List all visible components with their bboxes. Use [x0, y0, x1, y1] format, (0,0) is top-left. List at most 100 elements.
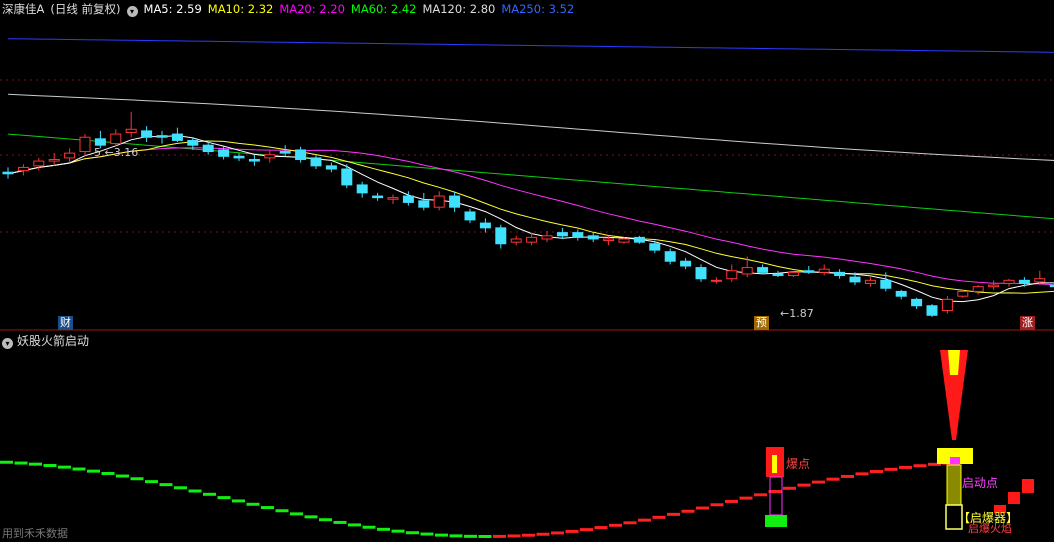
- kline-chart[interactable]: [0, 0, 1054, 542]
- chevron-down-icon[interactable]: ▾: [126, 6, 138, 17]
- candle-body: [710, 279, 722, 282]
- forecast-badge[interactable]: 预: [754, 316, 769, 330]
- indicator-bar: [406, 531, 419, 535]
- candle-body: [741, 267, 753, 275]
- indicator-bar: [681, 509, 695, 513]
- candle-body: [449, 195, 461, 208]
- indicator-bar: [754, 493, 767, 497]
- flame-label: 启爆火焰: [968, 522, 1012, 535]
- indicator-bar: [391, 529, 405, 533]
- indicator-bar: [116, 474, 129, 478]
- indicator-bar: [275, 509, 289, 513]
- indicator-bar: [812, 480, 825, 484]
- chart-mode[interactable]: (日线 前复权): [50, 2, 120, 16]
- candle-body: [372, 195, 384, 199]
- indicator-bar: [551, 531, 564, 535]
- candle-body: [325, 165, 337, 170]
- candle-body: [510, 238, 522, 243]
- candle-body: [849, 276, 861, 283]
- chart-header: 深康佳A (日线 前复权) ▾ MA5: 2.59 MA10: 2.32 MA20: 2.…: [2, 1, 580, 17]
- indicator-bar: [565, 529, 579, 533]
- ma20-line: [7, 147, 1054, 286]
- candle-body: [787, 271, 799, 277]
- indicator-title[interactable]: ▾ 妖股火箭启动: [2, 332, 89, 349]
- indicator-bar: [14, 461, 28, 465]
- candle-body: [495, 227, 507, 245]
- indicator-bar: [739, 496, 753, 500]
- finance-badge[interactable]: 财: [58, 316, 73, 330]
- candle-body: [341, 168, 353, 186]
- rocket-flame-core: [948, 350, 960, 375]
- ma10-line: [7, 140, 1054, 294]
- candle-body: [48, 158, 60, 162]
- candle-body: [618, 238, 630, 243]
- indicator-bar: [435, 533, 448, 537]
- indicator-bar: [522, 533, 535, 537]
- candle-body: [541, 235, 553, 240]
- indicator-bar: [855, 472, 869, 476]
- candle-body: [218, 149, 230, 157]
- indicator-bar: [348, 523, 361, 527]
- candle-body: [880, 279, 892, 289]
- candle-body: [1003, 279, 1015, 284]
- candle-body: [864, 279, 876, 284]
- indicator-bar: [913, 464, 927, 468]
- breakout-step: [1022, 479, 1034, 493]
- indicator-title-text: 妖股火箭启动: [17, 334, 90, 348]
- indicator-bar: [478, 534, 492, 538]
- indicator-bar: [290, 512, 303, 516]
- indicator-bar: [72, 467, 86, 471]
- indicator-bar: [159, 483, 173, 487]
- rocket-cap-mark: [950, 457, 960, 465]
- indicator-bar: [870, 469, 883, 473]
- candle-body: [941, 298, 953, 312]
- data-source-footer: 用到禾禾数据: [2, 527, 68, 540]
- chevron-down-icon[interactable]: ▾: [2, 338, 13, 349]
- explosion-label: 爆点: [786, 457, 811, 471]
- candle-body: [233, 155, 245, 159]
- candle-body: [1018, 279, 1030, 284]
- ma120-line: [7, 93, 1054, 161]
- candle-body: [726, 270, 738, 280]
- candle-body: [803, 270, 815, 273]
- indicator-bar: [725, 499, 738, 503]
- candle-body: [1049, 284, 1054, 288]
- candle-body: [572, 232, 584, 238]
- indicator-bar: [841, 474, 854, 478]
- candle-body: [248, 158, 260, 162]
- candle-body: [649, 243, 661, 251]
- limit-up-badge[interactable]: 涨: [1020, 316, 1035, 330]
- indicator-bar: [188, 489, 202, 493]
- indicator-bar: [797, 483, 811, 487]
- indicator-bar: [246, 502, 260, 506]
- indicator-bar: [580, 528, 593, 532]
- candle-body: [433, 195, 445, 208]
- candle-body: [33, 160, 45, 167]
- candle-body: [695, 267, 707, 280]
- candle-body: [680, 260, 692, 267]
- ma60-line: [7, 133, 1054, 220]
- stock-name[interactable]: 深康佳A: [2, 2, 44, 16]
- candle-body: [664, 251, 676, 262]
- indicator-bar: [464, 534, 477, 538]
- ma250-line: [7, 38, 1054, 53]
- indicator-bar: [667, 512, 680, 516]
- candle-body: [110, 133, 122, 145]
- candle-body: [17, 166, 29, 172]
- indicator-bar: [536, 532, 550, 536]
- candle-body: [2, 171, 14, 175]
- explosion-core: [772, 455, 777, 473]
- candle-body: [264, 154, 276, 159]
- indicator-bar: [696, 506, 709, 510]
- indicator-bar: [261, 506, 274, 510]
- indicator-bar: [43, 464, 57, 468]
- candle-body: [818, 268, 830, 273]
- indicator-bar: [899, 465, 912, 469]
- candle-body: [94, 138, 106, 146]
- candle-body: [187, 139, 199, 146]
- candle-body: [972, 286, 984, 292]
- indicator-bar: [304, 515, 318, 519]
- candle-body: [834, 271, 846, 277]
- ma250-label: MA250: 3.52: [501, 2, 575, 16]
- explosion-base: [765, 515, 787, 527]
